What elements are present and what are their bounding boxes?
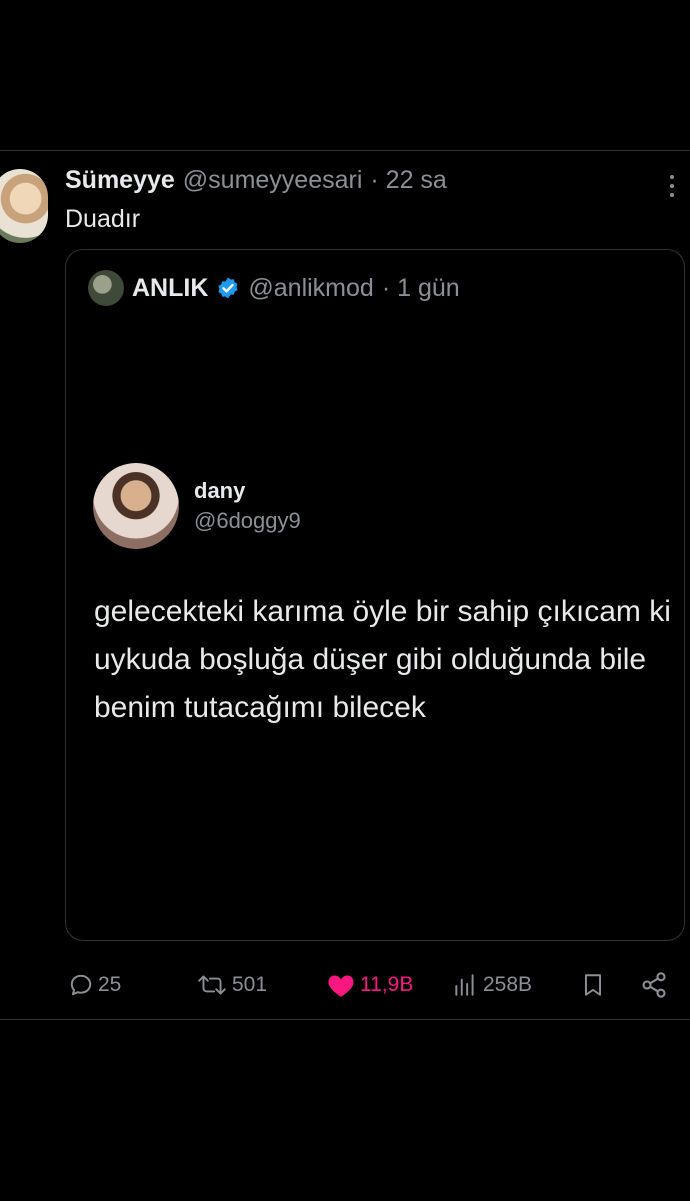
author-avatar[interactable] xyxy=(0,169,48,243)
quoted-tweet-time[interactable]: · 1 gün xyxy=(382,274,460,303)
reply-count: 25 xyxy=(98,973,122,996)
share-button[interactable] xyxy=(640,963,668,1007)
quoted-tweet-header: ANLIK @anlikmod · 1 gün xyxy=(88,270,460,306)
like-button[interactable]: 11,9B xyxy=(326,963,413,1007)
tweet-time[interactable]: · 22 sa xyxy=(370,166,446,195)
retweet-icon xyxy=(198,975,226,995)
share-icon xyxy=(642,972,666,998)
tweet-text: Duadır xyxy=(65,205,141,233)
quoted-author-avatar[interactable] xyxy=(88,270,124,306)
views-count: 258B xyxy=(483,973,533,996)
retweet-count: 501 xyxy=(232,973,268,996)
bookmark-icon xyxy=(584,974,602,996)
inner-author-handle: @6doggy9 xyxy=(194,508,301,533)
tweet-header: Sümeyye @sumeyyeesari · 22 sa xyxy=(65,163,447,197)
verified-badge-icon xyxy=(218,277,238,299)
quoted-author-name[interactable]: ANLIK xyxy=(132,274,208,303)
bottom-divider xyxy=(0,1019,690,1020)
more-icon[interactable] xyxy=(662,169,682,203)
reply-button[interactable]: 25 xyxy=(68,963,121,1007)
inner-tweet-text: gelecekteki karıma öyle bir sahip çıkıca… xyxy=(94,595,671,724)
reply-icon xyxy=(70,974,92,996)
inner-author-avatar xyxy=(93,463,179,549)
quoted-author-handle[interactable]: @anlikmod xyxy=(248,274,373,303)
views-icon xyxy=(455,974,474,996)
like-count: 11,9B xyxy=(360,973,414,996)
author-handle[interactable]: @sumeyyeesari xyxy=(183,166,363,195)
author-name[interactable]: Sümeyye xyxy=(65,166,175,195)
views-button[interactable]: 258B xyxy=(451,963,532,1007)
like-heart-icon xyxy=(328,975,354,997)
inner-author-name: dany xyxy=(194,478,246,503)
bookmark-button[interactable] xyxy=(580,963,606,1007)
retweet-button[interactable]: 501 xyxy=(196,963,267,1007)
quoted-tweet[interactable]: ANLIK @anlikmod · 1 gün dany @6doggy9 ge… xyxy=(65,249,685,941)
action-bar: 25 501 11,9B 258B xyxy=(0,963,690,1007)
tweet[interactable]: Sümeyye @sumeyyeesari · 22 sa Duadır ANL… xyxy=(0,151,690,1019)
